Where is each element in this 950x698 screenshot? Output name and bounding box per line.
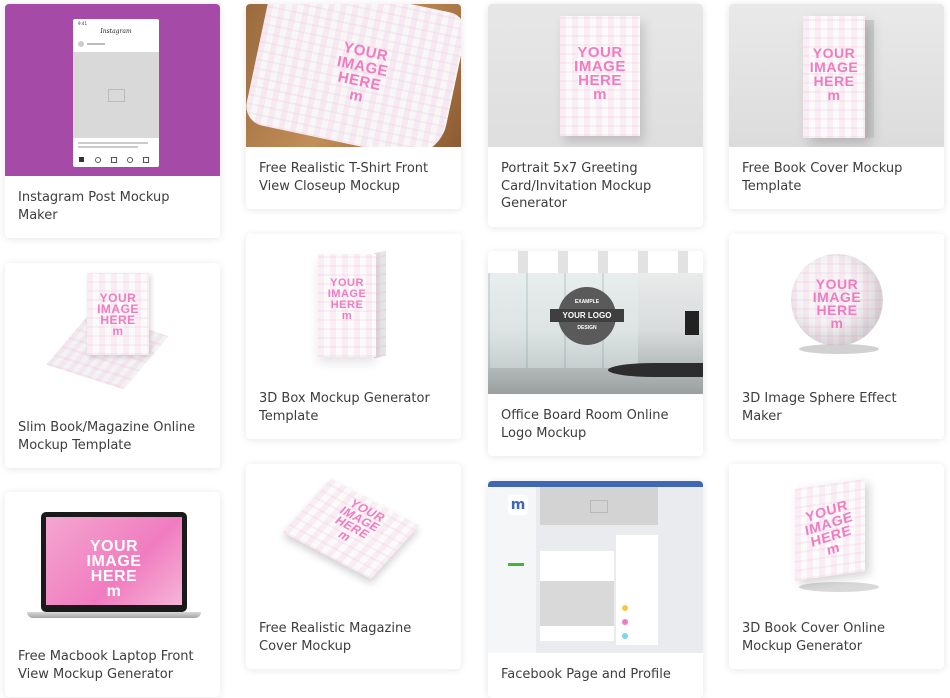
card-magazine-mockup[interactable]: YOUR IMAGE HERE m Free Realistic Magazin… xyxy=(246,464,461,669)
book-shadow xyxy=(799,582,879,592)
card-3d-box-mockup[interactable]: YOUR IMAGE HERE m 3D Box Mockup Generato… xyxy=(246,234,461,439)
add-icon xyxy=(111,157,117,163)
card-greeting-card-mockup[interactable]: YOUR IMAGE HERE m Portrait 5x7 Greeting … xyxy=(488,4,703,227)
profile-icon xyxy=(143,157,149,163)
card-book-cover-mockup[interactable]: YOUR IMAGE HERE m Free Book Cover Mockup… xyxy=(729,4,944,209)
post-box xyxy=(540,551,614,641)
heart-icon xyxy=(127,157,133,163)
brand-mark: m xyxy=(830,315,844,331)
card-title: Portrait 5x7 Greeting Card/Invitation Mo… xyxy=(501,161,652,211)
book-front: YOUR IMAGE HERE m xyxy=(803,16,865,138)
right-column xyxy=(616,535,658,645)
post-image-placeholder xyxy=(73,52,159,138)
phone-screen: 9:41 Instagram xyxy=(73,19,159,167)
sphere: YOUR IMAGE HERE m xyxy=(791,254,883,346)
placeholder-line1: YOUR xyxy=(89,538,139,555)
card-laptop-mockup[interactable]: YOUR IMAGE HERE m Free Macbook Laptop Fr… xyxy=(5,492,220,697)
card-title: Free Realistic Magazine Cover Mockup xyxy=(259,621,412,654)
cover-photo xyxy=(540,487,658,525)
tv-screen xyxy=(685,311,699,335)
book-front: YOUR IMAGE HERE m xyxy=(795,479,865,581)
placeholder-line1: YOUR xyxy=(812,45,856,61)
brand-mark: m xyxy=(827,87,841,103)
home-icon xyxy=(79,157,84,162)
placeholder-line3: HERE xyxy=(813,73,855,89)
instagram-thumbnail: 9:41 Instagram xyxy=(5,4,220,176)
brand-mark: m xyxy=(112,324,124,338)
image-icon xyxy=(590,500,608,513)
tshirt-thumbnail: YOUR IMAGE HERE m xyxy=(246,4,461,147)
card-3d-book-mockup[interactable]: YOUR IMAGE HERE m 3D Book Cover Online M… xyxy=(729,464,944,669)
card-tshirt-mockup[interactable]: YOUR IMAGE HERE m Free Realistic T-Shirt… xyxy=(246,4,461,209)
ceiling-lights xyxy=(488,251,703,273)
laptop-screen: YOUR IMAGE HERE m xyxy=(41,512,187,612)
placeholder-line2: IMAGE xyxy=(809,59,859,75)
conference-table xyxy=(608,363,703,377)
search-icon xyxy=(95,157,101,163)
card-slim-book-mockup[interactable]: YOUR IMAGE HERE m Slim Book/Magazine Onl… xyxy=(5,263,220,468)
card-facebook-page-mockup[interactable]: m Facebook Page and Profile xyxy=(488,481,703,698)
image-icon xyxy=(108,89,125,102)
card-title: Free Realistic T-Shirt Front View Closeu… xyxy=(259,161,429,194)
avatar xyxy=(78,41,84,47)
slim-book-thumbnail: YOUR IMAGE HERE m xyxy=(5,263,220,406)
placeholder-line2: IMAGE xyxy=(86,553,142,570)
card-title: 3D Box Mockup Generator Template xyxy=(259,391,430,424)
card-office-logo-mockup[interactable]: EXAMPLE YOUR LOGO DESIGN Office Board Ro… xyxy=(488,251,703,456)
placeholder-line3: HERE xyxy=(90,568,138,585)
facebook-thumbnail: m xyxy=(488,481,703,653)
logo-sign-bottom: DESIGN xyxy=(577,325,597,331)
instagram-logo: Instagram xyxy=(100,28,132,35)
card-title: Office Board Room Online Logo Mockup xyxy=(501,408,669,441)
sphere-thumbnail: YOUR IMAGE HERE m xyxy=(729,234,944,377)
logo-sign: EXAMPLE YOUR LOGO DESIGN xyxy=(550,287,624,345)
page-sidebar: m xyxy=(488,487,536,653)
brand-mark: m xyxy=(593,86,607,103)
laptop-thumbnail: YOUR IMAGE HERE m xyxy=(5,492,220,635)
office-thumbnail: EXAMPLE YOUR LOGO DESIGN xyxy=(488,251,703,394)
brand-mark: m xyxy=(341,310,353,322)
card-title: Free Macbook Laptop Front View Mockup Ge… xyxy=(18,649,194,682)
magazine-cover: YOUR IMAGE HERE m xyxy=(282,478,420,580)
card-sphere-mockup[interactable]: YOUR IMAGE HERE m 3D Image Sphere Effect… xyxy=(729,234,944,439)
greeting-card-thumbnail: YOUR IMAGE HERE m xyxy=(488,4,703,147)
magazine-thumbnail: YOUR IMAGE HERE m xyxy=(246,464,461,607)
card-title: 3D Book Cover Online Mockup Generator xyxy=(742,621,886,654)
card-title: Instagram Post Mockup Maker xyxy=(18,190,170,223)
book-cover-thumbnail: YOUR IMAGE HERE m xyxy=(729,4,944,147)
status-time: 9:41 xyxy=(78,21,87,26)
book-spine xyxy=(864,20,874,138)
book-front: YOUR IMAGE HERE m xyxy=(87,273,149,355)
box-thumbnail: YOUR IMAGE HERE m xyxy=(246,234,461,377)
card-instagram-post-mockup[interactable]: 9:41 Instagram Instagram Post Mockup Mak… xyxy=(5,4,220,238)
card-front: YOUR IMAGE HERE m xyxy=(560,16,640,136)
card-title: 3D Image Sphere Effect Maker xyxy=(742,391,897,424)
logo-sign-main: YOUR LOGO xyxy=(550,309,624,322)
card-title: Slim Book/Magazine Online Mockup Templat… xyxy=(18,420,196,453)
box-front: YOUR IMAGE HERE m xyxy=(318,254,376,357)
brand-mark: m xyxy=(106,583,122,600)
card-title: Facebook Page and Profile xyxy=(501,667,671,682)
laptop-base xyxy=(27,612,201,618)
3d-book-thumbnail: YOUR IMAGE HERE m xyxy=(729,464,944,607)
card-title: Free Book Cover Mockup Template xyxy=(742,161,903,194)
page-logo: m xyxy=(508,495,528,515)
logo-sign-top: EXAMPLE xyxy=(574,299,600,305)
